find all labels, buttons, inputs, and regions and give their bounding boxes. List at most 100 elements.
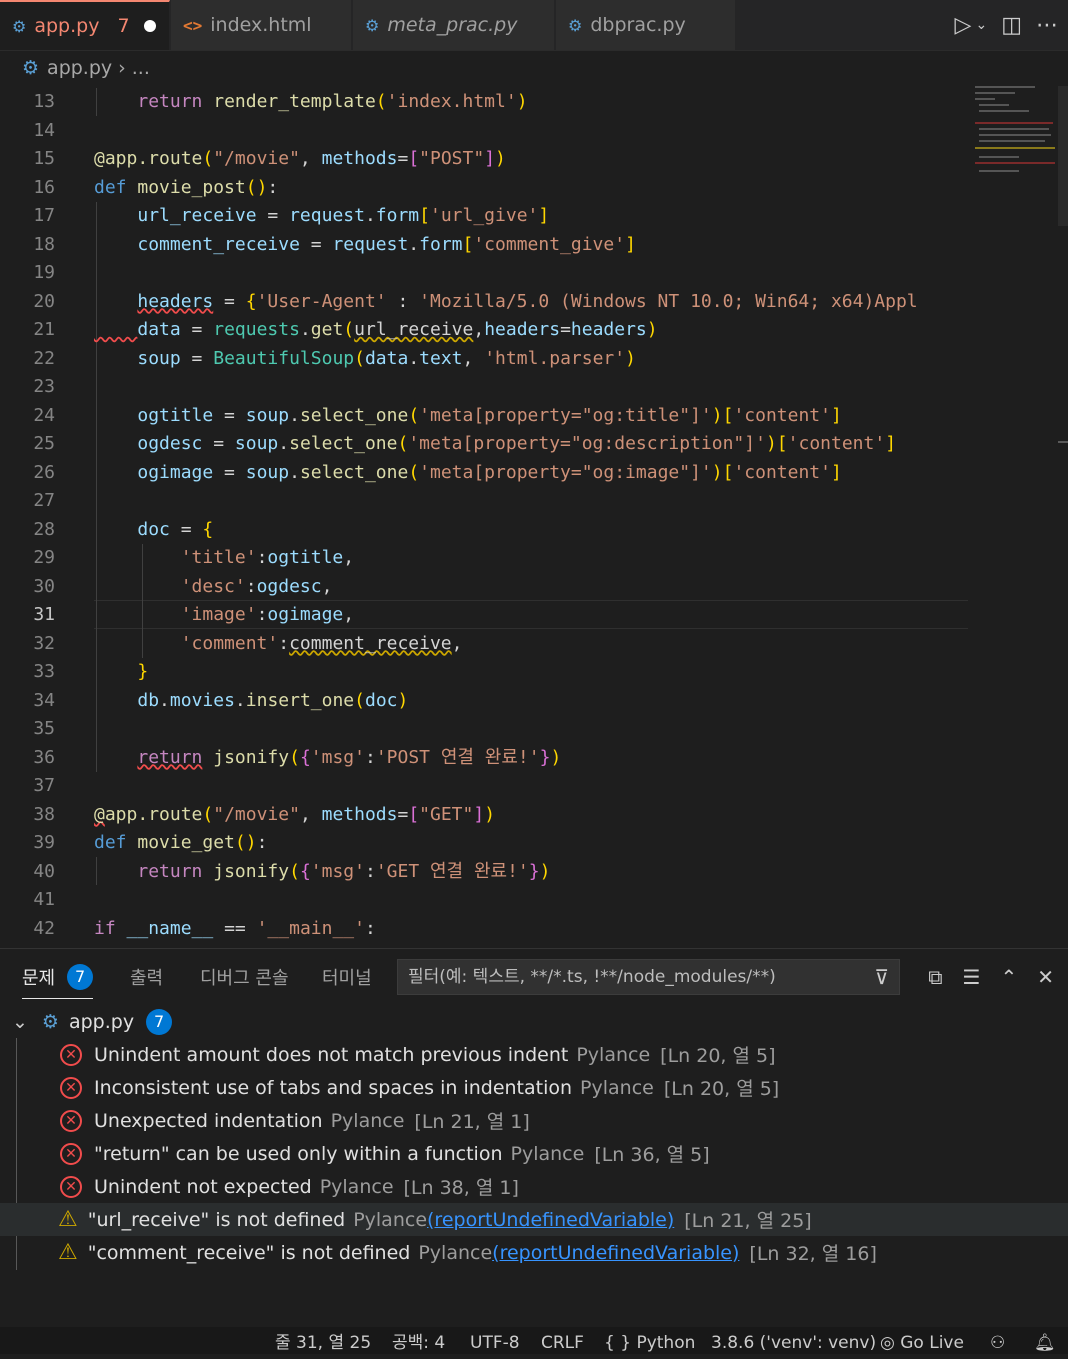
problem-code-link[interactable]: (reportUndefinedVariable) (427, 1209, 674, 1231)
collapse-all-icon[interactable]: ⧉ (928, 965, 942, 989)
problem-row[interactable]: ✕ Unexpected indentation Pylance [Ln 21,… (0, 1104, 1068, 1137)
view-as-list-icon[interactable]: ☰ (963, 965, 981, 989)
code-line: 39 def movie_get(): (33, 832, 268, 853)
breadcrumb: ⚙ app.py › ... (0, 50, 1068, 86)
tab-label: meta_prac.py (387, 14, 518, 36)
minimap[interactable] (975, 86, 1057, 186)
status-language[interactable]: { } Python (604, 1327, 695, 1354)
tab-index-html[interactable]: <> index.html (171, 0, 352, 50)
problem-location: [Ln 32, 열 16] (749, 1243, 877, 1265)
problem-location: [Ln 20, 열 5] (663, 1078, 780, 1100)
error-icon: ✕ (60, 1142, 82, 1165)
problem-message: Inconsistent use of tabs and spaces in i… (94, 1076, 573, 1099)
problem-code-link[interactable]: (reportUndefinedVariable) (492, 1242, 739, 1264)
python-file-icon: ⚙ (568, 15, 583, 35)
warning-icon: ⚠ (58, 1207, 78, 1232)
chevron-down-icon[interactable]: ⌄ (12, 1011, 28, 1033)
more-actions-icon[interactable]: ⋯ (1036, 13, 1058, 38)
editor-tab-bar: ⚙ app.py 7 <> index.html ⚙ meta_prac.py … (0, 0, 1068, 51)
problem-message: Unindent amount does not match previous … (94, 1043, 569, 1066)
panel-actions: ⧉ ☰ ⌃ ✕ (928, 949, 1054, 1005)
split-editor-icon[interactable]: ◫ (1001, 13, 1022, 38)
html-file-icon: <> (183, 15, 203, 35)
notifications-bell-icon[interactable]: 🔔︎ (1034, 1327, 1056, 1354)
chevron-down-icon[interactable]: ⌄ (975, 17, 987, 33)
file-group-row[interactable]: ⌄ ⚙ app.py 7 (0, 1005, 1068, 1038)
problem-row[interactable]: ⚠ "url_receive" is not defined Pylance (… (0, 1203, 1068, 1236)
tab-problems[interactable]: 문제 7 (22, 949, 94, 1005)
status-language-label: Python (636, 1333, 696, 1353)
code-line: 15 @app.route("/movie", methods=["POST"]) (33, 148, 506, 169)
code-line: 17 url_receive = request.form['url_give'… (33, 205, 550, 226)
tab-debug-console[interactable]: 디버그 콘솔 (200, 949, 289, 1005)
editor-scrollbar[interactable] (1058, 86, 1068, 948)
maximize-panel-icon[interactable]: ⌃ (1000, 965, 1017, 989)
tab-label: dbprac.py (590, 14, 686, 36)
breadcrumb-more[interactable]: ... (132, 57, 150, 79)
problem-row[interactable]: ✕ "return" can be used only within a fun… (0, 1137, 1068, 1170)
code-line: 16 def movie_post(): (33, 176, 279, 198)
problem-source: Pylance (353, 1208, 428, 1231)
python-file-icon: ⚙ (12, 16, 27, 36)
problem-source: Pylance (330, 1109, 405, 1132)
problem-row[interactable]: ✕ Unindent not expected Pylance [Ln 38, … (0, 1170, 1068, 1203)
tab-meta-prac-py[interactable]: ⚙ meta_prac.py (353, 0, 555, 50)
tab-output[interactable]: 출력 (130, 949, 163, 1005)
problem-message: "return" can be used only within a funct… (94, 1142, 503, 1165)
bottom-panel: 문제 7 출력 디버그 콘솔 터미널 필터(예: 텍스트, **/*.ts, !… (0, 948, 1068, 1328)
code-line: 20 headers = {'User-Agent' : 'Mozilla/5.… (33, 290, 918, 312)
code-line: 30 'desc':ogdesc, (33, 575, 333, 597)
code-line: 28 doc = { (33, 518, 214, 540)
problem-message: Unindent not expected (94, 1175, 312, 1198)
code-line: 35 (33, 718, 55, 739)
code-line: 42 if __name__ == '__main__': (33, 917, 376, 939)
code-line: 38 @app.route("/movie", methods=["GET"]) (33, 803, 496, 825)
code-line: 41 (33, 889, 55, 910)
braces-icon: { } (604, 1333, 632, 1353)
code-line: 23 (33, 376, 55, 397)
problem-location: [Ln 36, 열 5] (594, 1144, 710, 1166)
status-eol[interactable]: CRLF (541, 1327, 584, 1354)
close-icon[interactable]: ✕ (1037, 965, 1054, 989)
unsaved-dot-icon[interactable] (143, 20, 156, 32)
run-icon[interactable]: ▷ (955, 13, 972, 38)
problem-location: [Ln 21, 열 25] (684, 1210, 812, 1232)
feedback-icon[interactable]: ⚇ (990, 1327, 1005, 1354)
python-file-icon: ⚙ (41, 1010, 59, 1033)
panel-tabs: 문제 7 출력 디버그 콘솔 터미널 필터(예: 텍스트, **/*.ts, !… (0, 949, 1068, 1005)
problems-count-badge: 7 (67, 964, 94, 990)
code-line: 21 data = requests.get(url_receive,heade… (33, 319, 658, 340)
status-cursor-position[interactable]: 줄 31, 열 25 (275, 1327, 371, 1354)
status-interpreter[interactable]: 3.8.6 ('venv': venv) (711, 1327, 876, 1354)
error-icon: ✕ (60, 1043, 82, 1066)
status-indentation[interactable]: 공백: 4 (392, 1327, 445, 1354)
problem-source: Pylance (319, 1175, 394, 1198)
code-line: 13 return render_template('index.html') (33, 91, 528, 112)
status-go-live[interactable]: ◎ Go Live (880, 1327, 964, 1354)
code-line: 40 return jsonify({'msg':'GET 연결 완료!'}) (33, 860, 551, 882)
problem-row[interactable]: ✕ Inconsistent use of tabs and spaces in… (0, 1071, 1068, 1104)
tab-app-py[interactable]: ⚙ app.py 7 (0, 0, 170, 50)
filter-icon[interactable]: ⊽ (874, 960, 889, 994)
problem-row[interactable]: ✕ Unindent amount does not match previou… (0, 1038, 1068, 1071)
problem-count: 7 (117, 15, 130, 37)
breadcrumb-file[interactable]: app.py (47, 57, 112, 79)
problem-row[interactable]: ⚠ "comment_receive" is not defined Pylan… (0, 1236, 1068, 1269)
status-go-live-label: Go Live (900, 1333, 964, 1353)
problems-filter-input[interactable]: 필터(예: 텍스트, **/*.ts, !**/node_modules/**)… (397, 959, 900, 995)
tab-dbprac-py[interactable]: ⚙ dbprac.py (556, 0, 736, 50)
code-line: 26 ogimage = soup.select_one('meta[prope… (33, 461, 842, 483)
tab-problems-label: 문제 (22, 968, 56, 989)
tab-terminal[interactable]: 터미널 (322, 949, 372, 1005)
problem-message: "comment_receive" is not defined (87, 1241, 411, 1264)
python-file-icon: ⚙ (22, 57, 40, 79)
file-group-name: app.py (68, 1010, 135, 1033)
problem-source: Pylance (576, 1043, 651, 1066)
code-editor[interactable]: 13 return render_template('index.html') … (0, 86, 1068, 948)
status-encoding[interactable]: UTF-8 (470, 1327, 520, 1354)
file-problem-count-badge: 7 (146, 1008, 173, 1035)
status-bar: 줄 31, 열 25 공백: 4 UTF-8 CRLF { } Python 3… (0, 1327, 1068, 1354)
problem-source: Pylance (580, 1076, 654, 1099)
code-line: 33 } (33, 661, 149, 682)
problem-message: "url_receive" is not defined (87, 1208, 346, 1231)
